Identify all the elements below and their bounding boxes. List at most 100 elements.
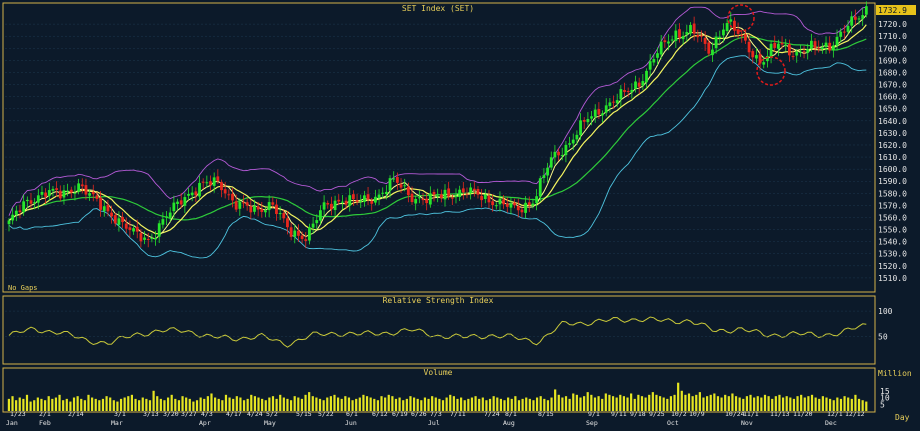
candle-body (729, 19, 733, 22)
candle-body (634, 81, 637, 89)
candle-body (33, 202, 37, 204)
candle-body (864, 6, 868, 15)
candle-body (253, 205, 256, 212)
candle-body (861, 15, 865, 19)
candle-body (667, 41, 670, 44)
volume-bar (297, 397, 300, 411)
x-day-label: 3/20 (163, 410, 179, 418)
candle-body (381, 192, 385, 194)
candle-body (454, 195, 458, 198)
candle-body (663, 40, 667, 43)
candle-body (231, 193, 234, 201)
candle-body (571, 139, 575, 144)
volume-bar (807, 396, 810, 411)
candle-body (725, 23, 729, 31)
volume-bar (774, 396, 777, 411)
candle-body (612, 101, 615, 103)
candle-body (502, 199, 506, 205)
volume-bar (282, 397, 285, 411)
candle-body (798, 51, 802, 53)
candle-body (461, 188, 465, 193)
volume-bar (239, 397, 242, 411)
candle-body (146, 238, 150, 240)
candle-body (846, 25, 850, 32)
candle-body (700, 35, 703, 37)
price-tick-label: 1720.0 (878, 20, 907, 29)
volume-bar (568, 398, 571, 411)
candle-body (557, 151, 560, 156)
volume-bar (564, 396, 568, 411)
volume-bar (706, 396, 709, 411)
candle-body (791, 56, 795, 58)
volume-bar (753, 397, 756, 411)
x-day-label: 6/1 (346, 410, 358, 418)
x-day-label: 10/24 (725, 410, 745, 418)
candle-body (436, 195, 440, 197)
volume-bar (289, 400, 293, 411)
candle-body (352, 194, 355, 200)
candle-body (337, 199, 341, 202)
volume-bar (662, 397, 665, 411)
candle-body (656, 53, 659, 58)
candle-body (428, 193, 432, 205)
candle-body (168, 212, 172, 218)
candle-body (575, 134, 579, 140)
volume-bar (535, 397, 539, 411)
candle-body (319, 210, 322, 221)
candle-body (124, 223, 128, 229)
volume-bar (756, 396, 759, 411)
candle-body (366, 194, 370, 200)
candle-body (586, 119, 590, 123)
volume-bar (586, 392, 589, 411)
volume-bar (431, 396, 434, 411)
candle-body (645, 70, 648, 83)
candle-body (150, 237, 154, 239)
volume-bar (550, 397, 553, 411)
volume-bar (749, 394, 752, 411)
volume-bar (626, 397, 629, 411)
volume-bar (597, 396, 600, 411)
candle-body (161, 219, 165, 225)
candle-body (264, 210, 267, 213)
candle-body (289, 227, 293, 237)
volume-bar (441, 400, 445, 411)
x-day-label: 2/14 (68, 410, 84, 418)
volume-unit-label: Million (878, 369, 912, 378)
volume-bar (326, 397, 329, 411)
candle-body (370, 200, 374, 204)
volume-bar (228, 397, 231, 411)
x-month-label: Jun (345, 419, 357, 427)
volume-bar (836, 397, 839, 411)
volume-bar (716, 396, 720, 411)
candle-body (201, 181, 205, 183)
candle-body (835, 36, 839, 46)
candle-body (220, 182, 223, 191)
volume-bar (91, 397, 94, 411)
volume-bar (83, 400, 86, 411)
candle-body (758, 53, 762, 64)
candle-body (787, 44, 791, 56)
candle-body (707, 42, 711, 54)
x-day-label: 1/23 (10, 410, 26, 418)
volume-bar (532, 400, 535, 411)
volume-bar (337, 397, 340, 411)
price-tick-label: 1710.0 (878, 32, 907, 41)
candle-body (84, 185, 88, 195)
volume-bar (640, 396, 644, 411)
volume-bar (387, 394, 390, 411)
volume-bar (630, 393, 633, 411)
price-tick-label: 1590.0 (878, 177, 907, 186)
candle-body (802, 51, 806, 53)
volume-bar (821, 396, 824, 411)
candle-body (326, 202, 330, 205)
price-tick-label: 1540.0 (878, 238, 907, 247)
no-gaps-note: No Gaps (8, 284, 38, 292)
x-day-label: 7/11 (450, 410, 466, 418)
candle-body (630, 89, 634, 93)
candle-body (853, 16, 857, 20)
candle-body (135, 226, 139, 232)
volume-bar (449, 394, 452, 411)
candle-body (820, 47, 824, 49)
price-tick-label: 1640.0 (878, 117, 907, 126)
candle-body (212, 177, 216, 186)
